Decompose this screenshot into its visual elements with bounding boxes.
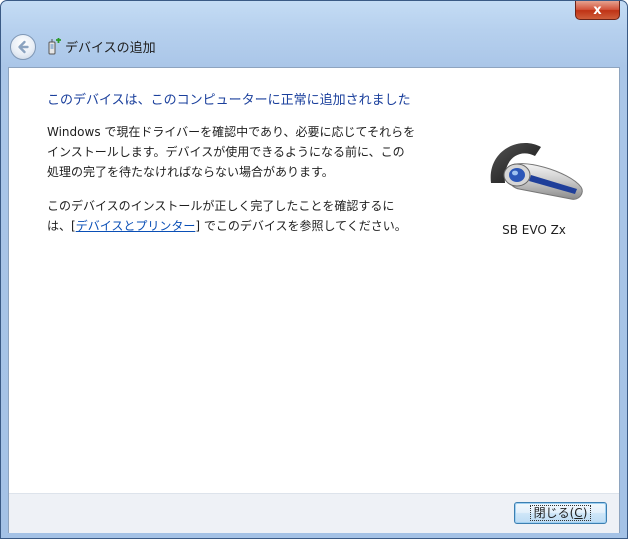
paragraph-line: は、[デバイスとプリンター] でこのデバイスを参照してください。 <box>47 216 407 236</box>
success-headline: このデバイスは、このコンピューターに正常に追加されました <box>47 93 411 108</box>
paragraph-line: インストールします。デバイスが使用できるようになる前に、この <box>47 145 405 159</box>
close-button-label: 閉じる(C) <box>529 505 592 521</box>
add-device-window: x デバイスの追加 このデバイスは、このコンピューターに正常に追加されました W… <box>0 0 628 539</box>
device-name: SB EVO Zx <box>502 223 566 237</box>
paragraph-text: ] でこのデバイスを参照してください。 <box>195 219 407 233</box>
back-arrow-icon <box>18 40 29 54</box>
window-close-button[interactable]: x <box>575 1 620 20</box>
footer-bar: 閉じる(C) <box>9 493 619 533</box>
content-panel: このデバイスは、このコンピューターに正常に追加されました Windows で現在… <box>8 67 620 533</box>
back-button[interactable] <box>10 34 36 60</box>
driver-info-paragraph: Windows で現在ドライバーを確認中であり、必要に応じてそれらを インストー… <box>47 122 415 182</box>
paragraph-line: Windows で現在ドライバーを確認中であり、必要に応じてそれらを <box>47 125 416 139</box>
add-device-icon <box>48 38 61 55</box>
close-button[interactable]: 閉じる(C) <box>514 502 607 524</box>
label-text: ) <box>582 506 588 520</box>
devices-and-printers-link[interactable]: デバイスとプリンター <box>76 219 196 233</box>
paragraph-text: は、[ <box>47 219 76 233</box>
paragraph-line: 処理の完了を待たなければならない場合があります。 <box>47 165 334 179</box>
page-title: デバイスの追加 <box>65 41 156 56</box>
verify-paragraph: このデバイスのインストールが正しく完了したことを確認するに は、[デバイスとプリ… <box>47 196 407 236</box>
accelerator-key: C <box>574 506 583 520</box>
close-icon: x <box>593 2 602 18</box>
bluetooth-headset-icon <box>490 143 583 200</box>
paragraph-line: このデバイスのインストールが正しく完了したことを確認するに <box>47 199 395 213</box>
label-text: 閉じる( <box>533 506 575 520</box>
